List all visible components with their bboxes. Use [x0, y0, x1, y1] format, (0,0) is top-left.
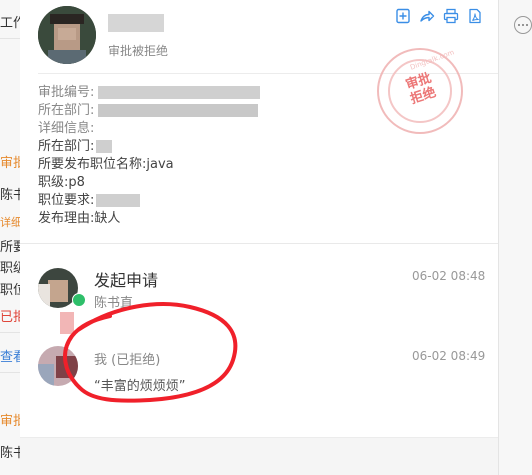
approval-detail-panel: 审批被拒绝 Dingtalk.com 审批 拒绝 审批编号: 所在部门: 详细信…	[20, 0, 498, 475]
background-window-left: 工作 审批 陈书 详细 所要 职级 职位 已拒 查看 审批 陈书	[0, 0, 26, 475]
background-window-right	[498, 0, 532, 475]
pdf-icon[interactable]	[467, 8, 483, 24]
add-icon[interactable]	[395, 8, 411, 24]
timeline-step-person: 陈书直	[94, 296, 134, 311]
detail-row-department-2: 所在部门:	[38, 138, 260, 156]
approval-details: 审批编号: 所在部门: 详细信息: 所在部门: 所要发布职位名称:java 职级…	[38, 84, 261, 228]
detail-row-position-name: 所要发布职位名称:java	[38, 157, 174, 172]
print-icon[interactable]	[443, 8, 459, 24]
timeline-step-time: 06-02 08:49	[412, 349, 486, 363]
detail-row-requirement: 职位要求:	[38, 192, 260, 210]
detail-row-reason: 发布理由:缺人	[38, 211, 121, 226]
bg-fragment: 详细	[0, 216, 22, 229]
approved-check-icon	[72, 293, 86, 307]
action-toolbar	[395, 8, 483, 24]
timeline-step-title: 发起申请	[94, 271, 159, 290]
panel-footer	[20, 437, 498, 475]
detail-row-department: 所在部门:	[38, 102, 260, 120]
my-avatar	[38, 346, 78, 386]
detail-row-detail-info: 详细信息:	[38, 121, 95, 136]
detail-row-approval-no: 审批编号:	[38, 84, 261, 102]
applicant-name-redacted	[108, 14, 164, 32]
redacted-block	[60, 312, 74, 334]
timeline-step-time: 06-02 08:48	[412, 269, 486, 283]
rejected-stamp: Dingtalk.com 审批 拒绝	[377, 48, 463, 134]
timeline-step-comment: “丰富的烦烦烦”	[94, 379, 186, 394]
timeline-step-title: 我 (已拒绝)	[94, 353, 161, 368]
applicant-avatar	[38, 6, 96, 64]
approval-status: 审批被拒绝	[108, 44, 169, 58]
more-options-icon[interactable]	[514, 16, 532, 34]
detail-row-level: 职级:p8	[38, 175, 85, 190]
share-icon[interactable]	[419, 8, 435, 24]
